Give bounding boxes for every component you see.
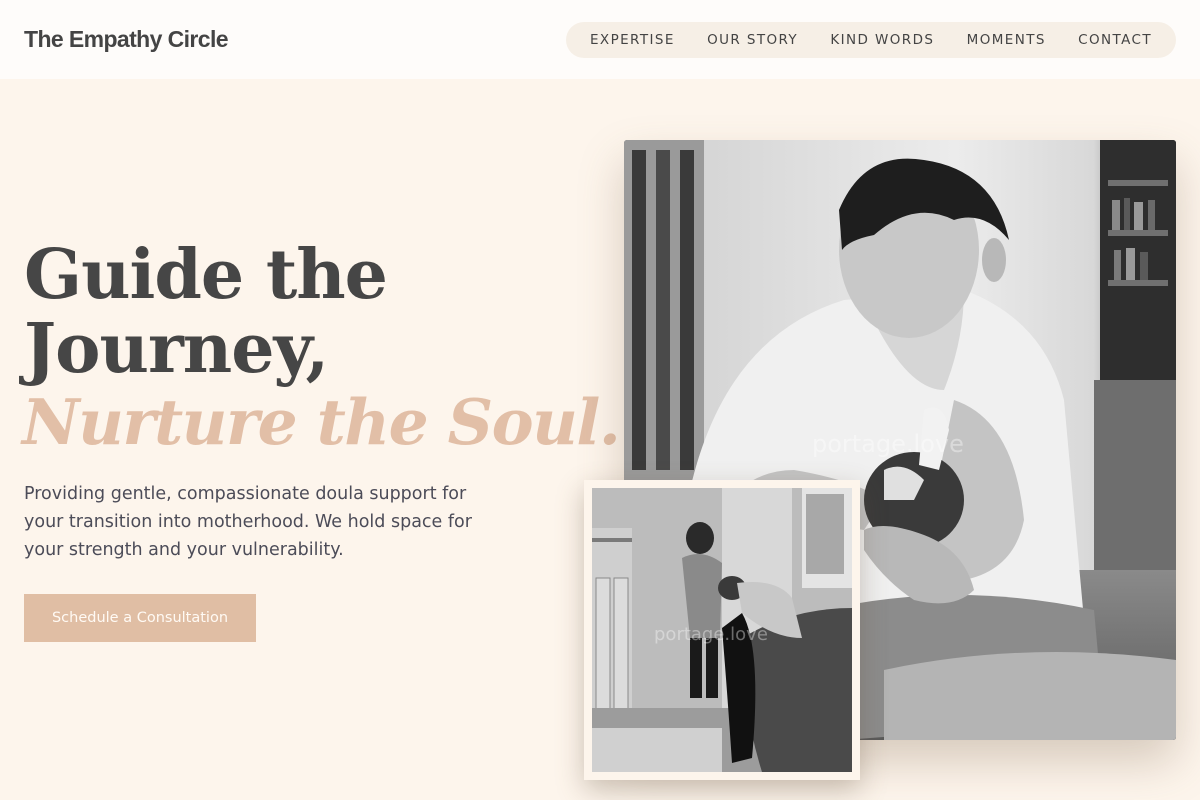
nav-item-our-story[interactable]: OUR STORY	[707, 32, 798, 48]
hero-title-accent: Nurture the Soul.	[22, 385, 621, 459]
site-header: The Empathy Circle EXPERTISE OUR STORY K…	[0, 0, 1200, 79]
nav-item-expertise[interactable]: EXPERTISE	[590, 32, 675, 48]
nav-item-moments[interactable]: MOMENTS	[967, 32, 1046, 48]
watermark-small: portage.love	[654, 624, 768, 645]
schedule-consultation-button[interactable]: Schedule a Consultation	[24, 594, 256, 642]
photo-birth-support: portage.love	[584, 480, 860, 780]
nav-item-contact[interactable]: CONTACT	[1078, 32, 1152, 48]
hero-title-line-2: Journey,	[24, 309, 329, 389]
hero-title-line-1: Guide the	[24, 235, 388, 315]
hero-title: Guide the Journey,	[24, 235, 388, 389]
hero-description: Providing gentle, compassionate doula su…	[24, 484, 472, 560]
watermark-main: portage.love	[812, 430, 964, 458]
nav-item-kind-words[interactable]: KIND WORDS	[830, 32, 934, 48]
site-logo[interactable]: The Empathy Circle	[24, 26, 229, 53]
main-nav: EXPERTISE OUR STORY KIND WORDS MOMENTS C…	[566, 22, 1176, 58]
